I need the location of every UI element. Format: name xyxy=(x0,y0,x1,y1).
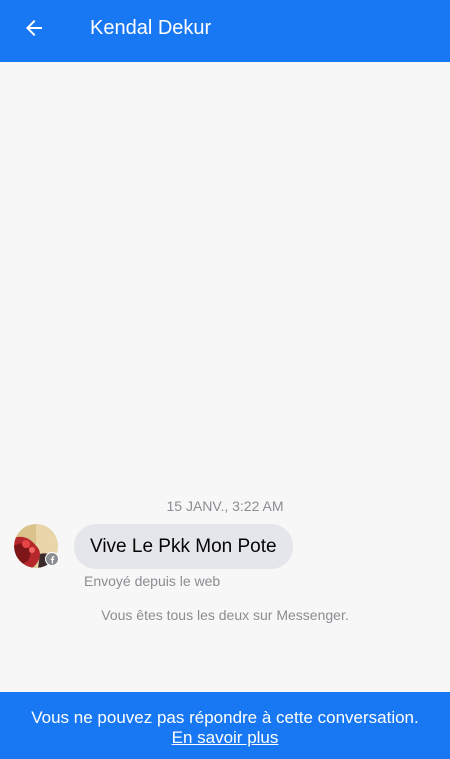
top-app-bar: Kendal Dekur xyxy=(0,0,450,62)
message-bubble[interactable]: Vive Le Pkk Mon Pote xyxy=(74,524,293,569)
back-button[interactable] xyxy=(14,10,54,50)
message-timestamp: 15 JANV., 3:22 AM xyxy=(166,498,284,514)
avatar[interactable] xyxy=(14,524,59,568)
sent-via-label: Envoyé depuis le web xyxy=(84,573,221,589)
message-thread[interactable]: 15 JANV., 3:22 AM Vive Le Pkk Mon Pote E… xyxy=(0,62,450,692)
learn-more-link[interactable]: En savoir plus xyxy=(172,728,279,748)
reply-disabled-text: Vous ne pouvez pas répondre à cette conv… xyxy=(31,708,419,727)
reply-disabled-banner: Vous ne pouvez pas répondre à cette conv… xyxy=(0,692,450,759)
messenger-info-text: Vous êtes tous les deux sur Messenger. xyxy=(101,607,349,623)
arrow-left-icon xyxy=(22,16,46,45)
facebook-icon xyxy=(45,552,59,566)
conversation-title: Kendal Dekur xyxy=(90,17,212,39)
